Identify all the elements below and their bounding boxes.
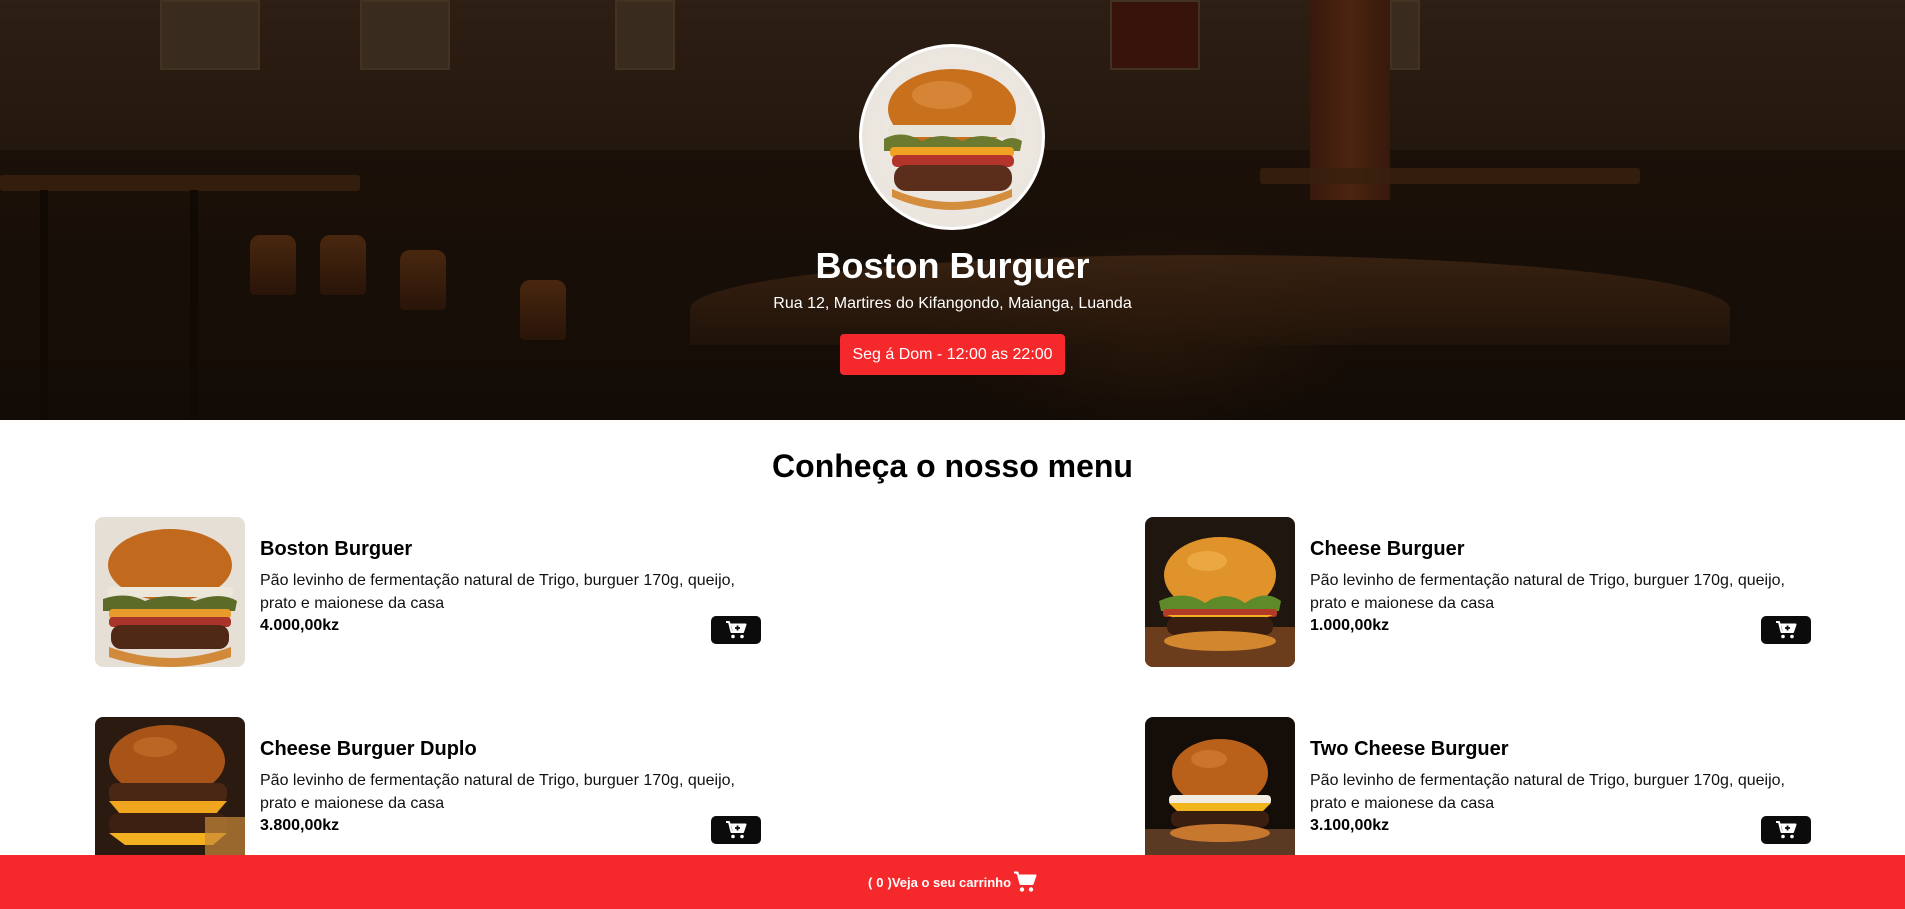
menu-item-price: 3.800,00kz <box>260 817 340 834</box>
menu-item: Cheese Burguer Duplo Pão levinho de ferm… <box>95 717 761 867</box>
cart-count: 0 <box>876 874 884 890</box>
menu-item-image <box>1145 717 1295 867</box>
restaurant-title: Boston Burguer <box>815 245 1090 286</box>
menu-item-name: Boston Burguer <box>260 538 413 560</box>
restaurant-logo <box>859 44 1045 230</box>
menu-item-image <box>1145 517 1295 667</box>
burger-image <box>1145 717 1295 867</box>
menu-item: Cheese Burguer Pão levinho de fermentaçã… <box>1145 517 1811 667</box>
hero-banner: Boston Burguer Rua 12, Martires do Kifan… <box>0 0 1905 420</box>
shopping-cart-icon <box>1013 871 1037 893</box>
menu-item-name: Two Cheese Burguer <box>1310 738 1509 760</box>
cart-plus-icon <box>726 821 747 839</box>
burger-logo-image <box>884 69 1022 210</box>
add-to-cart-button[interactable] <box>711 816 761 844</box>
menu-item-image <box>95 717 245 867</box>
view-cart-label: )Veja o seu carrinho <box>887 874 1012 890</box>
add-to-cart-button[interactable] <box>711 616 761 644</box>
add-to-cart-button[interactable] <box>1761 616 1811 644</box>
menu-item-description: Pão levinho de fermentação natural de Tr… <box>1310 772 1785 812</box>
cart-plus-icon <box>1776 621 1797 639</box>
burger-image <box>95 517 245 667</box>
add-to-cart-button[interactable] <box>1761 816 1811 844</box>
menu-item: Two Cheese Burguer Pão levinho de fermen… <box>1145 717 1811 867</box>
view-cart-bar[interactable]: ( 0 )Veja o seu carrinho <box>0 855 1905 909</box>
cart-plus-icon <box>726 621 747 639</box>
menu-item-price: 3.100,00kz <box>1310 817 1390 834</box>
cart-plus-icon <box>1776 821 1797 839</box>
menu-item-description: Pão levinho de fermentação natural de Tr… <box>1310 572 1785 612</box>
menu-item-price: 4.000,00kz <box>260 617 340 634</box>
menu-item: Boston Burguer Pão levinho de fermentaçã… <box>95 517 761 667</box>
burger-image <box>95 717 245 867</box>
menu-item-description: Pão levinho de fermentação natural de Tr… <box>260 772 735 812</box>
menu-item-name: Cheese Burguer Duplo <box>260 738 477 760</box>
menu-item-name: Cheese Burguer <box>1310 538 1465 560</box>
menu-item-price: 1.000,00kz <box>1310 617 1390 634</box>
burger-image <box>1145 517 1295 667</box>
restaurant-address: Rua 12, Martires do Kifangondo, Maianga,… <box>773 295 1132 312</box>
menu-heading: Conheça o nosso menu <box>772 448 1133 484</box>
menu-item-description: Pão levinho de fermentação natural de Tr… <box>260 572 735 612</box>
opening-hours-badge: Seg á Dom - 12:00 as 22:00 <box>840 334 1065 375</box>
cart-open-paren: ( <box>867 874 873 890</box>
menu-item-image <box>95 517 245 667</box>
